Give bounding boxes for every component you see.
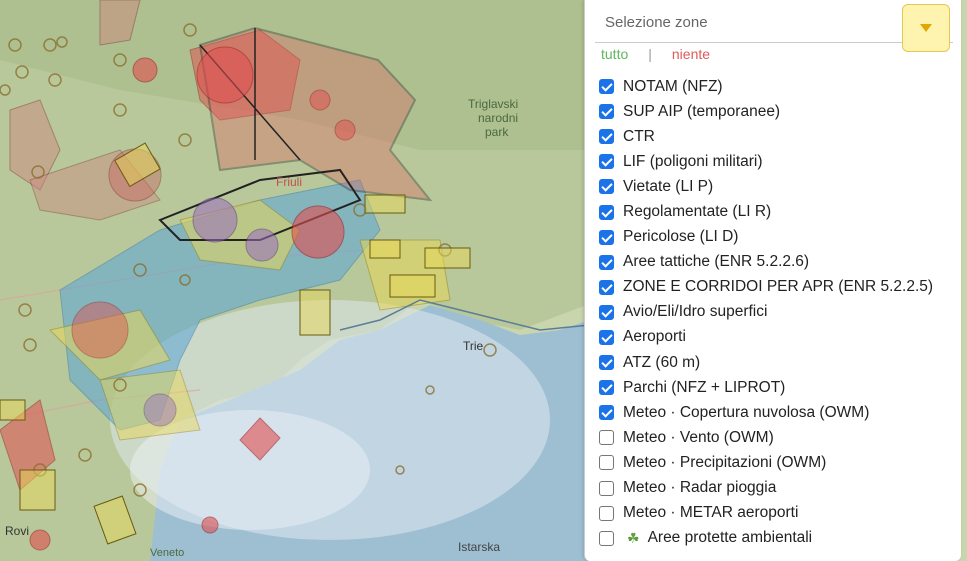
zone-checkbox[interactable] — [599, 279, 614, 295]
zone-checkbox[interactable] — [599, 304, 614, 320]
zone-checkbox[interactable] — [599, 455, 614, 471]
map-label-triglav: Triglavski — [468, 97, 518, 111]
zone-selection-panel: Selezione zone tutto | niente NOTAM (NFZ) S… — [584, 0, 961, 561]
select-links: tutto | niente — [601, 46, 710, 62]
zone-checkbox[interactable] — [599, 79, 614, 95]
map-label-trieste: Trie — [463, 339, 484, 353]
zone-option-label: Avio/Eli/Idro superfici — [623, 303, 768, 321]
map-label-rovigo: Rovi — [5, 524, 29, 538]
zone-option-label: ATZ (60 m) — [623, 353, 701, 371]
zone-option[interactable]: Meteo · Copertura nuvolosa (OWM) — [599, 400, 933, 425]
zone-option[interactable]: ATZ (60 m) — [599, 350, 933, 375]
zone-checkbox[interactable] — [599, 355, 614, 371]
zone-option[interactable]: Pericolose (LI D) — [599, 225, 933, 250]
zone-option[interactable]: Parchi (NFZ + LIPROT) — [599, 375, 933, 400]
zone-checkbox[interactable] — [599, 254, 614, 270]
map-label-istarska: Istarska — [458, 540, 500, 554]
zone-checkbox[interactable] — [599, 505, 614, 521]
zone-option[interactable]: Meteo · Radar pioggia — [599, 476, 933, 501]
zone-checkbox[interactable] — [599, 430, 614, 446]
zone-checkbox[interactable] — [599, 154, 614, 170]
svg-text:park: park — [485, 125, 509, 139]
zone-option[interactable]: SUP AIP (temporanee) — [599, 99, 933, 124]
zone-option-label: Meteo · METAR aeroporti — [623, 504, 799, 522]
zone-checkbox[interactable] — [599, 405, 614, 421]
zone-option[interactable]: Meteo · Precipitazioni (OWM) — [599, 450, 933, 475]
zone-option[interactable]: Meteo · METAR aeroporti — [599, 501, 933, 526]
zone-option-label: LIF (poligoni militari) — [623, 152, 763, 170]
zone-option[interactable]: CTR — [599, 124, 933, 149]
select-all-link[interactable]: tutto — [601, 46, 628, 62]
zone-option[interactable]: Aeroporti — [599, 325, 933, 350]
zone-checkbox[interactable] — [599, 229, 614, 245]
zone-option-label: Regolamentate (LI R) — [623, 203, 772, 221]
zone-checkbox[interactable] — [599, 530, 614, 546]
select-none-link[interactable]: niente — [672, 46, 710, 62]
zone-option-label: Meteo · Precipitazioni (OWM) — [623, 453, 827, 471]
zone-checkbox[interactable] — [599, 380, 614, 396]
zone-checkbox[interactable] — [599, 204, 614, 220]
link-separator: | — [648, 46, 652, 62]
zone-option-label: ZONE E CORRIDOI PER APR (ENR 5.2.2.5) — [623, 278, 934, 296]
zone-option-label: CTR — [623, 127, 655, 145]
zone-option[interactable]: Regolamentate (LI R) — [599, 199, 933, 224]
zone-option-label: Parchi (NFZ + LIPROT) — [623, 378, 786, 396]
svg-text:narodni: narodni — [478, 111, 518, 125]
chevron-down-icon — [920, 24, 932, 32]
zone-option-label: Vietate (LI P) — [623, 177, 714, 195]
zone-option[interactable]: Avio/Eli/Idro superfici — [599, 300, 933, 325]
zone-checkbox-list: NOTAM (NFZ) SUP AIP (temporanee) CTR LIF (p… — [599, 74, 933, 551]
leaf-icon: ☘ — [627, 529, 640, 546]
dropdown-toggle-button[interactable] — [902, 4, 950, 52]
zone-option-label: SUP AIP (temporanee) — [623, 102, 781, 120]
zone-option[interactable]: LIF (poligoni militari) — [599, 149, 933, 174]
zone-option[interactable]: Meteo · Vento (OWM) — [599, 425, 933, 450]
zone-checkbox[interactable] — [599, 480, 614, 496]
zone-option-label: Aree tattiche (ENR 5.2.2.6) — [623, 253, 810, 271]
zone-select-label: Selezione zone — [605, 14, 708, 31]
zone-option[interactable]: ☘ Aree protette ambientali — [599, 526, 933, 551]
zone-option[interactable]: Vietate (LI P) — [599, 174, 933, 199]
map-label-veneto: Veneto — [150, 547, 184, 559]
zone-option-label: Aeroporti — [623, 328, 686, 346]
zone-option-label: Pericolose (LI D) — [623, 228, 739, 246]
zone-option-label: Meteo · Radar pioggia — [623, 479, 777, 497]
zone-option-label: Meteo · Copertura nuvolosa (OWM) — [623, 403, 870, 421]
zone-option-label: Aree protette ambientali — [647, 529, 813, 547]
zone-option[interactable]: Aree tattiche (ENR 5.2.2.6) — [599, 250, 933, 275]
zone-checkbox[interactable] — [599, 329, 614, 345]
zone-option[interactable]: ZONE E CORRIDOI PER APR (ENR 5.2.2.5) — [599, 275, 933, 300]
zone-checkbox[interactable] — [599, 104, 614, 120]
map-label-friuli: Friuli — [276, 175, 302, 189]
zone-option[interactable]: NOTAM (NFZ) — [599, 74, 933, 99]
zone-option-label: Meteo · Vento (OWM) — [623, 428, 774, 446]
zone-option-label: NOTAM (NFZ) — [623, 77, 723, 95]
zone-checkbox[interactable] — [599, 129, 614, 145]
zone-checkbox[interactable] — [599, 179, 614, 195]
zone-select[interactable]: Selezione zone — [595, 0, 953, 43]
